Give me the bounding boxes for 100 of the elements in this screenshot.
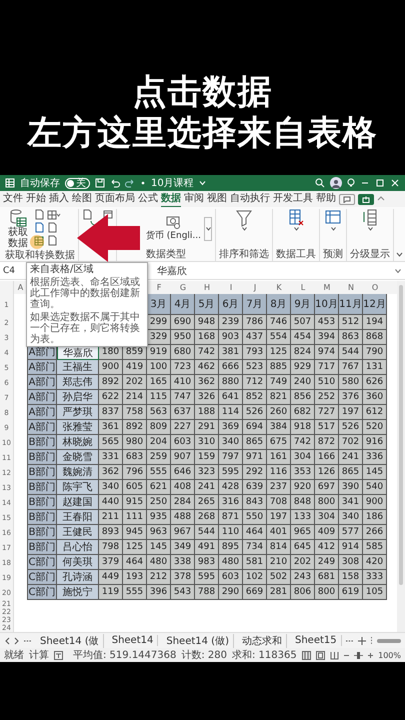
page-layout-icon[interactable] — [316, 650, 325, 660]
redo-icon[interactable] — [125, 178, 135, 188]
column-header[interactable]: G — [171, 281, 195, 294]
column-header[interactable]: A — [14, 281, 27, 294]
minus-icon[interactable] — [344, 652, 349, 658]
column-header[interactable]: K — [267, 281, 291, 294]
tooltip-text: 根据所选表、命名区域或此工作簿中的数据创建新查询。 — [30, 277, 141, 310]
table-icon[interactable] — [34, 235, 44, 246]
undo-icon[interactable] — [110, 178, 120, 188]
table-cell: 645 — [291, 540, 315, 555]
menu-tab[interactable]: 视图 — [207, 190, 227, 208]
table-cell: 837 — [99, 405, 123, 420]
table-cell: 893 — [99, 525, 123, 540]
forecast-button[interactable] — [323, 209, 343, 231]
table-cell: B部门 — [27, 540, 57, 555]
chevron-left-icon[interactable] — [4, 636, 10, 644]
close-icon[interactable] — [390, 178, 400, 188]
table-cell: 717 — [315, 360, 339, 375]
column-header[interactable]: J — [243, 281, 267, 294]
column-header[interactable]: H — [195, 281, 219, 294]
gallery-dropdown-button[interactable] — [204, 216, 212, 240]
column-header[interactable]: L — [291, 281, 315, 294]
column-header[interactable]: I — [219, 281, 243, 294]
table-cell: 464 — [123, 555, 147, 570]
comment-button[interactable] — [339, 194, 355, 204]
menu-tab[interactable]: 公式 — [138, 190, 158, 208]
accessibility-icon[interactable] — [54, 650, 63, 660]
page-break-icon[interactable] — [330, 650, 339, 660]
save-icon[interactable] — [95, 178, 105, 188]
collapse-ribbon-icon[interactable] — [396, 252, 403, 257]
chevron-right-icon[interactable] — [14, 636, 20, 644]
plus-icon[interactable] — [368, 652, 374, 658]
table-cell: 550 — [243, 510, 267, 525]
table-cell: 697 — [315, 480, 339, 495]
column-header[interactable]: M — [315, 281, 339, 294]
horizontal-scrollbar[interactable] — [376, 638, 401, 642]
table-header-cell: 10月 — [315, 294, 339, 315]
document-icon[interactable] — [34, 209, 44, 220]
table-cell: 907 — [171, 450, 195, 465]
menu-tab[interactable]: 开始 — [26, 190, 46, 208]
plus-icon[interactable] — [358, 636, 366, 644]
maximize-icon[interactable] — [375, 178, 385, 188]
table-cell: 480 — [147, 555, 171, 570]
menu-tab[interactable]: 绘图 — [72, 190, 92, 208]
table-cell: 408 — [171, 480, 195, 495]
menu-tab[interactable]: 审阅 — [184, 190, 204, 208]
table-cell: 孔诗涵 — [57, 570, 99, 585]
document-icon[interactable] — [47, 235, 57, 246]
document-icon[interactable] — [47, 222, 57, 233]
table-cell: 299 — [147, 315, 171, 330]
table-cell: 708 — [267, 495, 291, 510]
normal-view-icon[interactable] — [302, 650, 311, 660]
table-cell: 204 — [147, 435, 171, 450]
menu-tab[interactable]: 自动执行 — [230, 190, 270, 208]
table-cell: 243 — [291, 570, 315, 585]
currency-button[interactable]: 货币 (Engli... — [146, 215, 201, 242]
arrow-icon — [76, 213, 140, 263]
table-cell: 900 — [99, 360, 123, 375]
table-cell: A部门 — [27, 405, 57, 420]
vertical-scrollbar[interactable] — [397, 281, 405, 632]
column-header[interactable]: O — [363, 281, 387, 294]
table-cell: 186 — [363, 510, 387, 525]
menu-tab[interactable]: 插入 — [49, 190, 69, 208]
column-header[interactable]: N — [339, 281, 363, 294]
table-cell: B部门 — [27, 495, 57, 510]
grid-icon[interactable] — [47, 209, 61, 220]
table-cell: 338 — [171, 555, 195, 570]
more-icon[interactable] — [24, 638, 32, 642]
lightbulb-icon[interactable] — [347, 178, 355, 188]
sheet-tab[interactable]: Sheet15 — [290, 635, 342, 646]
table-cell: 641 — [219, 390, 243, 405]
document-icon[interactable] — [34, 222, 44, 233]
table-cell: 241 — [195, 480, 219, 495]
table-cell: A部门 — [27, 375, 57, 390]
table-cell: 491 — [195, 540, 219, 555]
table-cell: 施悦宁 — [57, 585, 99, 600]
chevron-down-icon[interactable] — [395, 268, 401, 272]
menu-tab[interactable]: 开发工具 — [273, 190, 313, 208]
table-cell: 310 — [195, 435, 219, 450]
menu-tab[interactable]: 页面布局 — [95, 190, 135, 208]
table-cell: 935 — [147, 510, 171, 525]
table-cell: 360 — [363, 390, 387, 405]
table-cell: 239 — [219, 315, 243, 330]
menu-tab[interactable]: 文件 — [3, 190, 23, 208]
name-box[interactable]: C4 — [3, 266, 25, 276]
table-cell: 734 — [243, 540, 267, 555]
zoom-slider-thumb[interactable] — [357, 652, 360, 658]
avatar-icon[interactable] — [330, 177, 342, 189]
sheet-tab[interactable]: Sheet14 — [108, 635, 158, 646]
table-cell: 747 — [171, 390, 195, 405]
kebab-icon[interactable] — [370, 636, 373, 644]
menu-tab[interactable]: 帮助 — [316, 190, 336, 208]
table-cell: 554 — [267, 330, 291, 345]
more-icon[interactable] — [346, 638, 354, 642]
table-cell: 863 — [339, 330, 363, 345]
share-button[interactable] — [358, 194, 374, 204]
search-icon[interactable] — [315, 178, 325, 188]
get-data-button[interactable]: 获取数据 — [5, 209, 31, 249]
column-header[interactable]: F — [147, 281, 171, 294]
table-cell: 119 — [99, 585, 123, 600]
